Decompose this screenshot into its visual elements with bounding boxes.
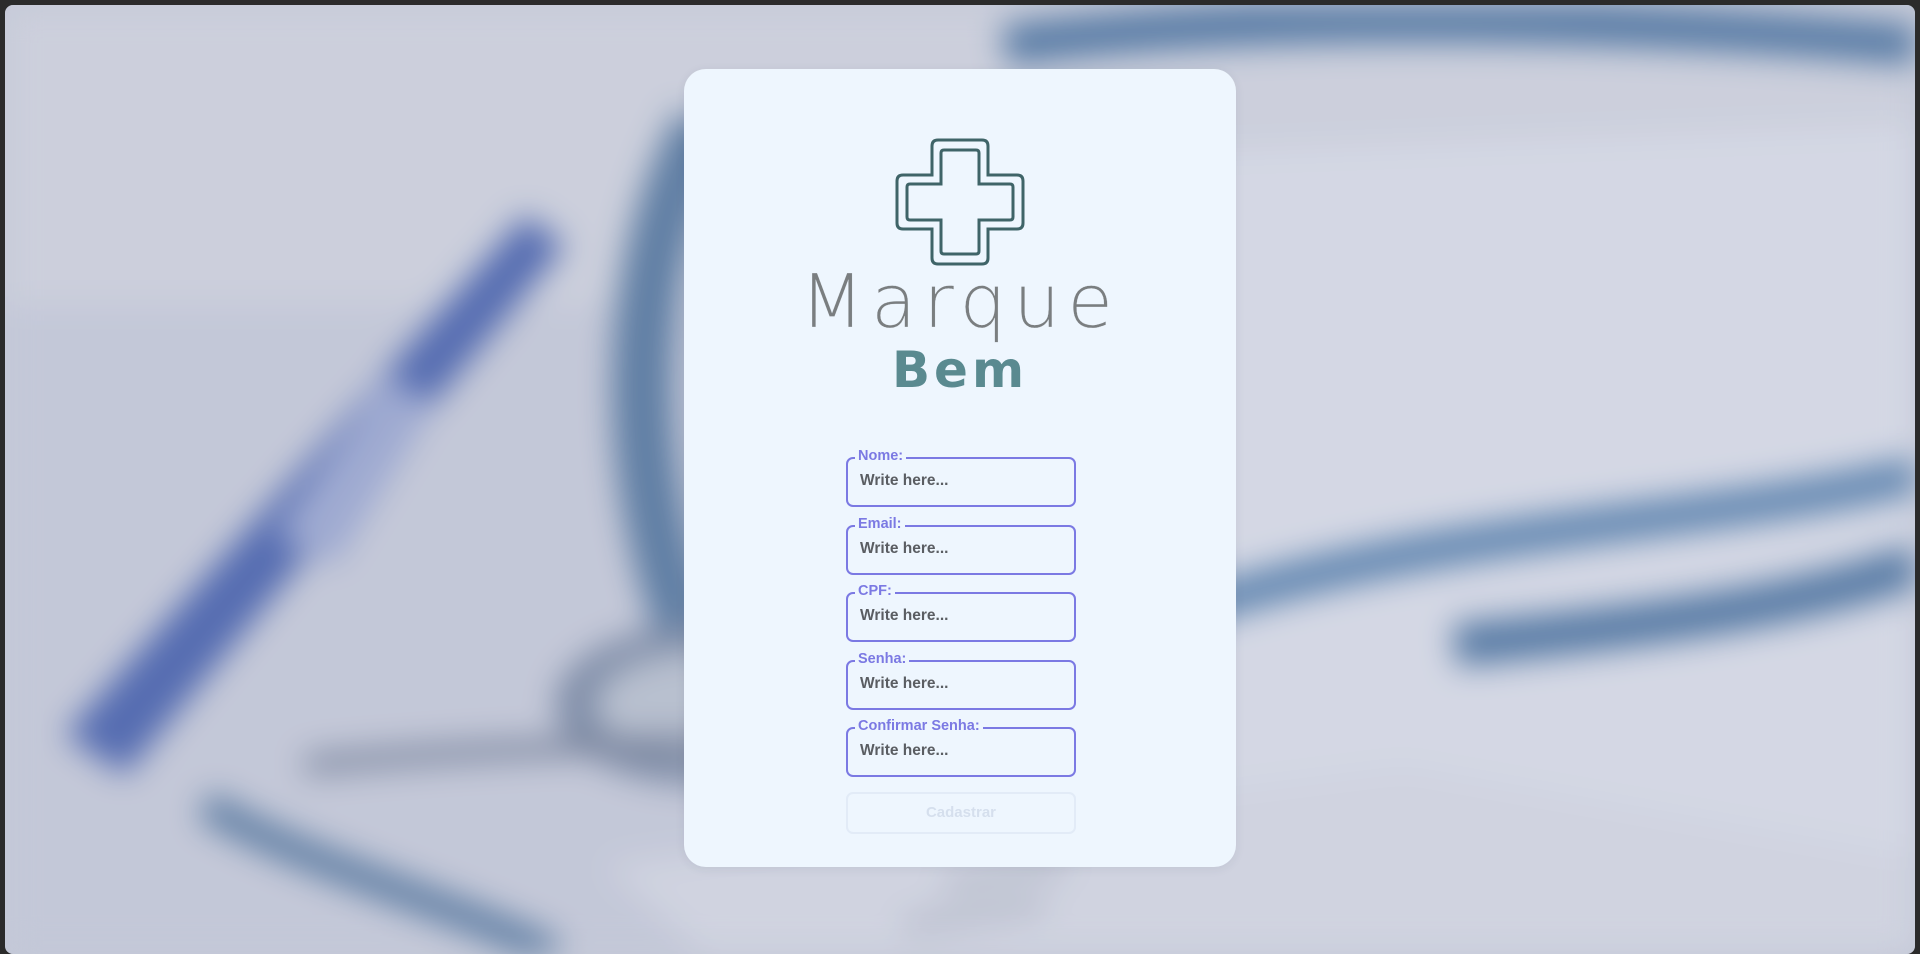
name-label: Nome: [855,447,907,465]
brand-name-bottom: Bem [891,341,1029,399]
name-input[interactable] [860,469,1060,493]
cpf-field: CPF: [846,582,1076,642]
app-window: Marque Bem Nome: Email: CPF: Senha: [5,5,1915,954]
confirm-password-input[interactable] [860,739,1060,763]
signup-form: Nome: Email: CPF: Senha: Confirmar Senha [846,447,1076,795]
email-label: Email: [855,514,905,533]
signup-card: Marque Bem Nome: Email: CPF: Senha: [684,69,1236,867]
brand-name-top: Marque [800,259,1120,345]
password-input[interactable] [860,671,1060,696]
email-field: Email: [846,514,1076,575]
name-field: Nome: [846,447,1076,507]
medical-cross-icon [895,138,1025,266]
confirm-password-field: Confirmar Senha: [846,717,1076,777]
password-field: Senha: [846,649,1076,710]
email-input[interactable] [860,536,1060,561]
cpf-label: CPF: [855,582,895,600]
confirm-password-label: Confirmar Senha: [855,717,983,735]
submit-button[interactable]: Cadastrar [846,792,1076,834]
password-label: Senha: [855,649,910,668]
cpf-input[interactable] [860,604,1060,628]
